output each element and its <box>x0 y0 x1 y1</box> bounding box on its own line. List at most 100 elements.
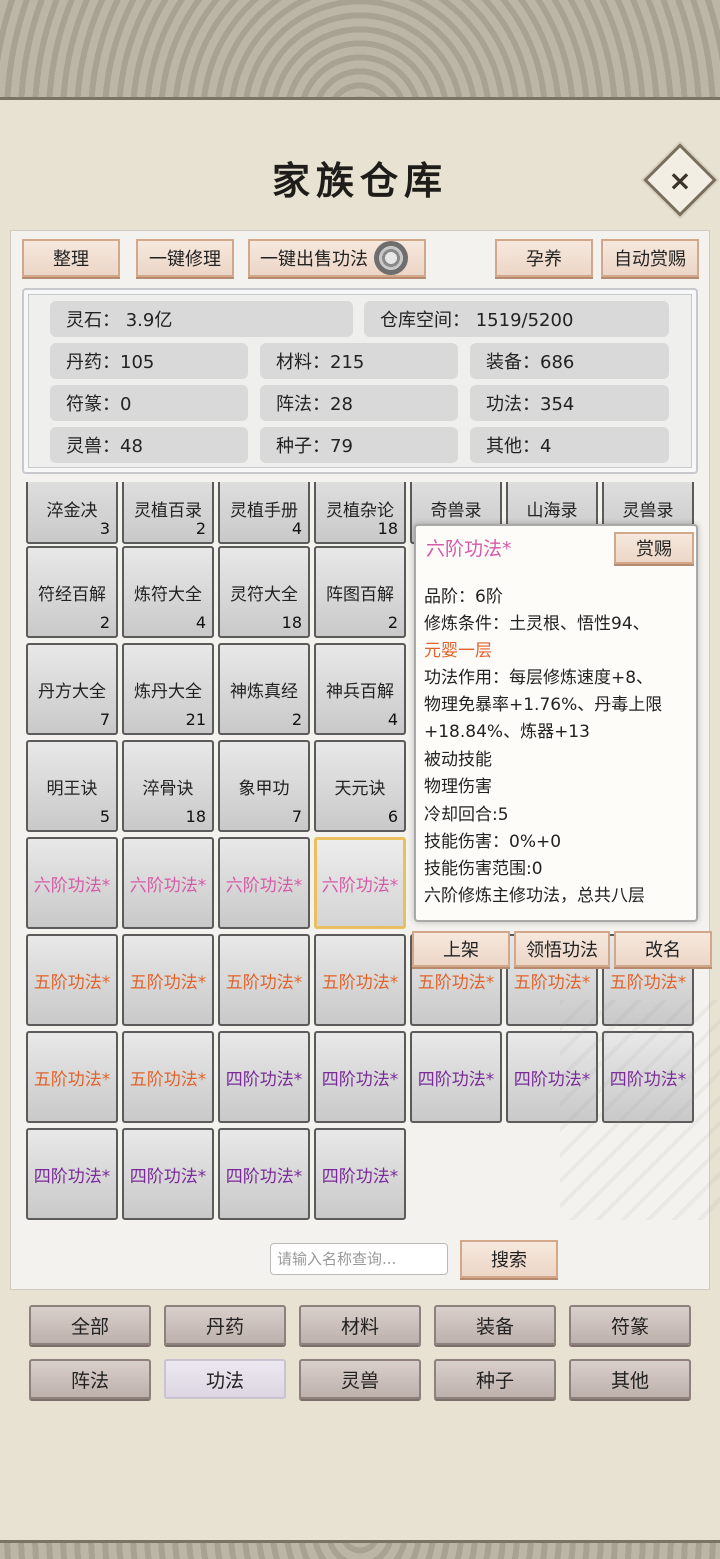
item-slot[interactable]: 淬金决 3 <box>26 482 118 544</box>
item-name: 四阶功法* <box>513 1069 591 1090</box>
tab-all[interactable]: 全部 <box>29 1305 151 1345</box>
search-button[interactable]: 搜索 <box>460 1240 558 1278</box>
stat-others: 其他：4 <box>470 427 669 463</box>
item-slot-four-tier[interactable]: 四阶功法* <box>602 1031 694 1123</box>
item-slot[interactable]: 灵植手册 4 <box>218 482 310 544</box>
item-slot[interactable]: 神兵百解 4 <box>314 643 406 735</box>
repair-all-button[interactable]: 一键修理 <box>136 239 234 277</box>
item-slot[interactable]: 淬骨诀 18 <box>122 740 214 832</box>
tooltip-effect-2: 物理免暴率+1.76%、丹毒上限 <box>424 695 663 715</box>
search-input[interactable] <box>270 1243 448 1275</box>
sort-button[interactable]: 整理 <box>22 239 120 277</box>
item-count: 18 <box>377 519 398 538</box>
item-count: 18 <box>281 613 302 632</box>
sell-all-skills-button[interactable]: 一键出售功法 <box>248 239 426 277</box>
item-slot[interactable]: 炼符大全 4 <box>122 546 214 638</box>
item-slot[interactable]: 符经百解 2 <box>26 546 118 638</box>
tab-seeds[interactable]: 种子 <box>434 1359 556 1399</box>
item-count: 2 <box>291 710 302 729</box>
stat-talismans: 符篆：0 <box>50 385 248 421</box>
item-slot-four-tier[interactable]: 四阶功法* <box>410 1031 502 1123</box>
item-slot-five-tier[interactable]: 五阶功法* <box>26 1031 118 1123</box>
item-name: 四阶功法* <box>321 1166 399 1187</box>
reward-button[interactable]: 赏赐 <box>614 532 694 564</box>
item-slot[interactable]: 神炼真经 2 <box>218 643 310 735</box>
item-count: 2 <box>99 613 110 632</box>
tab-equipment[interactable]: 装备 <box>434 1305 556 1345</box>
comprehend-skill-button[interactable]: 领悟功法 <box>514 931 610 967</box>
tooltip-skill-range: 技能伤害范围:0 <box>424 859 543 879</box>
item-name: 四阶功法* <box>33 1166 111 1187</box>
sell-all-skills-label: 一键出售功法 <box>260 249 368 270</box>
tooltip-cooldown: 冷却回合:5 <box>424 805 509 825</box>
tooltip-effect-3: +18.84%、炼器+13 <box>424 722 590 742</box>
item-slot-four-tier[interactable]: 四阶功法* <box>218 1128 310 1220</box>
item-slot[interactable]: 象甲功 7 <box>218 740 310 832</box>
tab-formations[interactable]: 阵法 <box>29 1359 151 1399</box>
item-count: 4 <box>387 710 398 729</box>
item-name: 五阶功法* <box>321 972 399 993</box>
item-slot-four-tier[interactable]: 四阶功法* <box>26 1128 118 1220</box>
bottom-decoration-band <box>0 1540 720 1559</box>
item-slot-six-tier[interactable]: 六阶功法* <box>122 837 214 929</box>
item-slot-four-tier[interactable]: 四阶功法* <box>122 1128 214 1220</box>
tab-others[interactable]: 其他 <box>569 1359 691 1399</box>
item-slot-four-tier[interactable]: 四阶功法* <box>314 1128 406 1220</box>
item-slot[interactable]: 天元诀 6 <box>314 740 406 832</box>
gear-icon[interactable] <box>374 241 408 275</box>
tooltip-skill-damage: 技能伤害：0%+0 <box>424 832 562 852</box>
item-count: 7 <box>291 807 302 826</box>
item-slot[interactable]: 丹方大全 7 <box>26 643 118 735</box>
item-slot-five-tier[interactable]: 五阶功法* <box>122 1031 214 1123</box>
tooltip-description: 六阶修炼主修功法，总共八层 <box>424 886 645 906</box>
item-name: 五阶功法* <box>225 972 303 993</box>
item-name: 四阶功法* <box>417 1069 495 1090</box>
item-slot-six-tier[interactable]: 六阶功法* <box>26 837 118 929</box>
item-slot[interactable]: 明王诀 5 <box>26 740 118 832</box>
item-slot-four-tier[interactable]: 四阶功法* <box>314 1031 406 1123</box>
item-slot-six-tier[interactable]: 六阶功法* <box>218 837 310 929</box>
tab-beasts[interactable]: 灵兽 <box>299 1359 421 1399</box>
item-name: 四阶功法* <box>129 1166 207 1187</box>
item-slot-four-tier[interactable]: 四阶功法* <box>506 1031 598 1123</box>
tab-talismans[interactable]: 符篆 <box>569 1305 691 1345</box>
item-count: 21 <box>185 710 206 729</box>
item-slot-five-tier[interactable]: 五阶功法* <box>218 934 310 1026</box>
item-slot-four-tier[interactable]: 四阶功法* <box>218 1031 310 1123</box>
stat-skills: 功法：354 <box>470 385 669 421</box>
stat-seeds: 种子：79 <box>260 427 458 463</box>
rename-button[interactable]: 改名 <box>614 931 712 967</box>
tooltip-title: 六阶功法* <box>426 538 512 560</box>
stat-capacity: 仓库空间： 1519/5200 <box>364 301 669 337</box>
item-detail-tooltip: 六阶功法* 赏赐 品阶：6阶 修炼条件：土灵根、悟性94、 元婴一层 功法作用：… <box>414 524 698 922</box>
item-name: 四阶功法* <box>225 1166 303 1187</box>
auto-reward-button[interactable]: 自动赏赐 <box>601 239 699 277</box>
item-name: 六阶功法* <box>33 875 111 896</box>
nurture-button[interactable]: 孕养 <box>495 239 593 277</box>
item-slot[interactable]: 灵符大全 18 <box>218 546 310 638</box>
item-slot-five-tier[interactable]: 五阶功法* <box>26 934 118 1026</box>
tooltip-condition-realm: 元婴一层 <box>424 641 492 661</box>
stat-materials: 材料：215 <box>260 343 458 379</box>
tab-skills[interactable]: 功法 <box>164 1359 286 1399</box>
item-name: 四阶功法* <box>609 1069 687 1090</box>
tab-pills[interactable]: 丹药 <box>164 1305 286 1345</box>
item-slot[interactable]: 炼丹大全 21 <box>122 643 214 735</box>
item-slot-five-tier[interactable]: 五阶功法* <box>314 934 406 1026</box>
list-button[interactable]: 上架 <box>412 931 510 967</box>
item-slot-five-tier[interactable]: 五阶功法* <box>122 934 214 1026</box>
item-count: 2 <box>387 613 398 632</box>
item-slot[interactable]: 阵图百解 2 <box>314 546 406 638</box>
stat-beasts: 灵兽：48 <box>50 427 248 463</box>
item-name: 五阶功法* <box>129 972 207 993</box>
tooltip-damage-type: 物理伤害 <box>424 777 492 797</box>
tooltip-passive: 被动技能 <box>424 750 492 770</box>
top-decoration-band <box>0 0 720 100</box>
tab-materials[interactable]: 材料 <box>299 1305 421 1345</box>
tooltip-effect-1: 功法作用：每层修炼速度+8、 <box>424 668 654 688</box>
item-count: 2 <box>195 519 206 538</box>
item-count: 3 <box>99 519 110 538</box>
item-slot[interactable]: 灵植杂论 18 <box>314 482 406 544</box>
item-slot-selected[interactable]: 六阶功法* <box>314 837 406 929</box>
item-slot[interactable]: 灵植百录 2 <box>122 482 214 544</box>
